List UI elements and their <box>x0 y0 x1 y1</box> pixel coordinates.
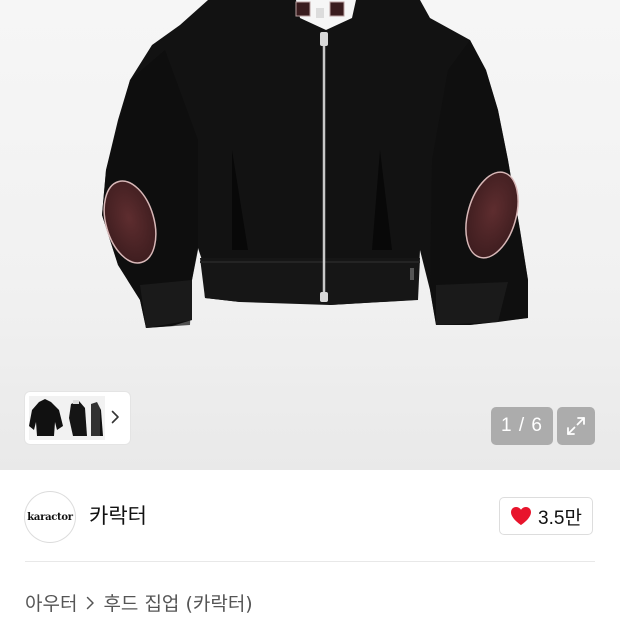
divider <box>25 561 595 562</box>
expand-button[interactable] <box>557 407 595 445</box>
brand-name[interactable]: 카락터 <box>89 500 147 530</box>
like-count: 3.5만 <box>538 507 582 529</box>
brand-logo[interactable]: karactor <box>25 492 75 542</box>
chevron-right-icon <box>83 596 97 610</box>
expand-arrows-icon <box>567 417 585 435</box>
like-button[interactable]: 3.5만 <box>499 497 593 535</box>
brand-logo-text: karactor <box>27 511 73 523</box>
thumbnail-strip[interactable] <box>25 392 130 444</box>
brand-row: karactor 카락터 3.5만 <box>0 470 620 562</box>
thumbnail-images <box>29 396 105 440</box>
chevron-right-icon <box>108 407 122 427</box>
breadcrumb-subcategory[interactable]: 후드 집업 (카락터) <box>103 589 252 616</box>
image-counter: 1 / 6 <box>491 407 553 445</box>
breadcrumb: 아우터 후드 집업 (카락터) <box>25 589 253 616</box>
breadcrumb-category[interactable]: 아우터 <box>25 589 77 616</box>
product-detail-page: 1 / 6 karactor 카락터 3.5만 아우터 후드 집업 (카락터) <box>0 0 620 620</box>
product-image-gallery[interactable]: 1 / 6 <box>0 0 620 470</box>
heart-icon <box>511 507 532 525</box>
